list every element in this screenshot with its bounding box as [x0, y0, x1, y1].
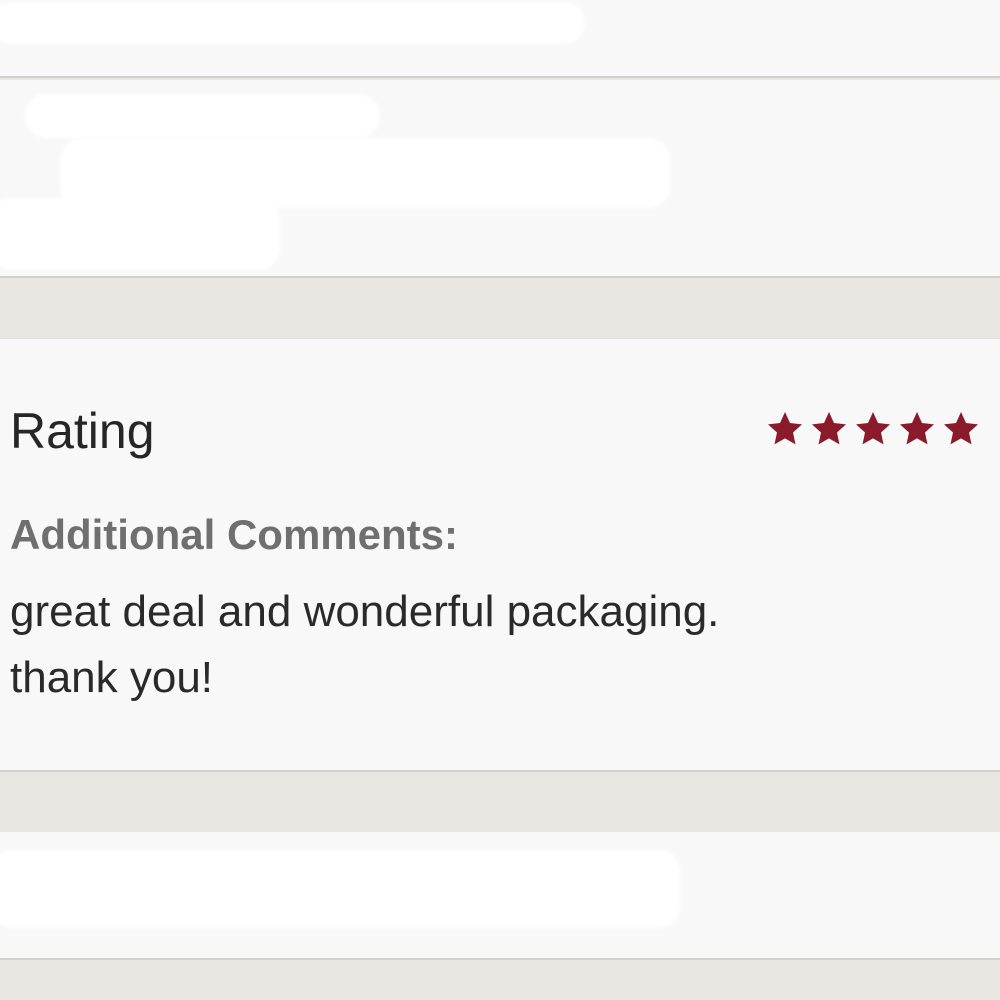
redacted-card-top [0, 0, 1000, 78]
redacted-card-bottom [0, 832, 1000, 960]
star-icon [768, 412, 802, 445]
comments-heading: Additional Comments: [10, 511, 458, 558]
redaction-mark [0, 850, 680, 928]
rating-label: Rating [10, 403, 155, 459]
review-page: Rating Additional Comments: great deal a… [0, 0, 1000, 1000]
redacted-card-upper [0, 80, 1000, 278]
star-icon [812, 412, 846, 445]
comment-line: great deal and wonderful packaging. [10, 587, 720, 636]
star-icon [856, 412, 890, 445]
comment-text: great deal and wonderful packaging. than… [10, 579, 910, 711]
redaction-mark [25, 94, 380, 138]
star-rating [764, 409, 982, 449]
review-card: Rating Additional Comments: great deal a… [0, 338, 1000, 772]
comment-line: thank you! [10, 653, 214, 702]
star-icon [900, 412, 934, 445]
redaction-mark [0, 2, 585, 44]
rating-row: Rating [10, 401, 982, 471]
star-icon [944, 412, 978, 445]
redaction-mark [0, 198, 280, 270]
